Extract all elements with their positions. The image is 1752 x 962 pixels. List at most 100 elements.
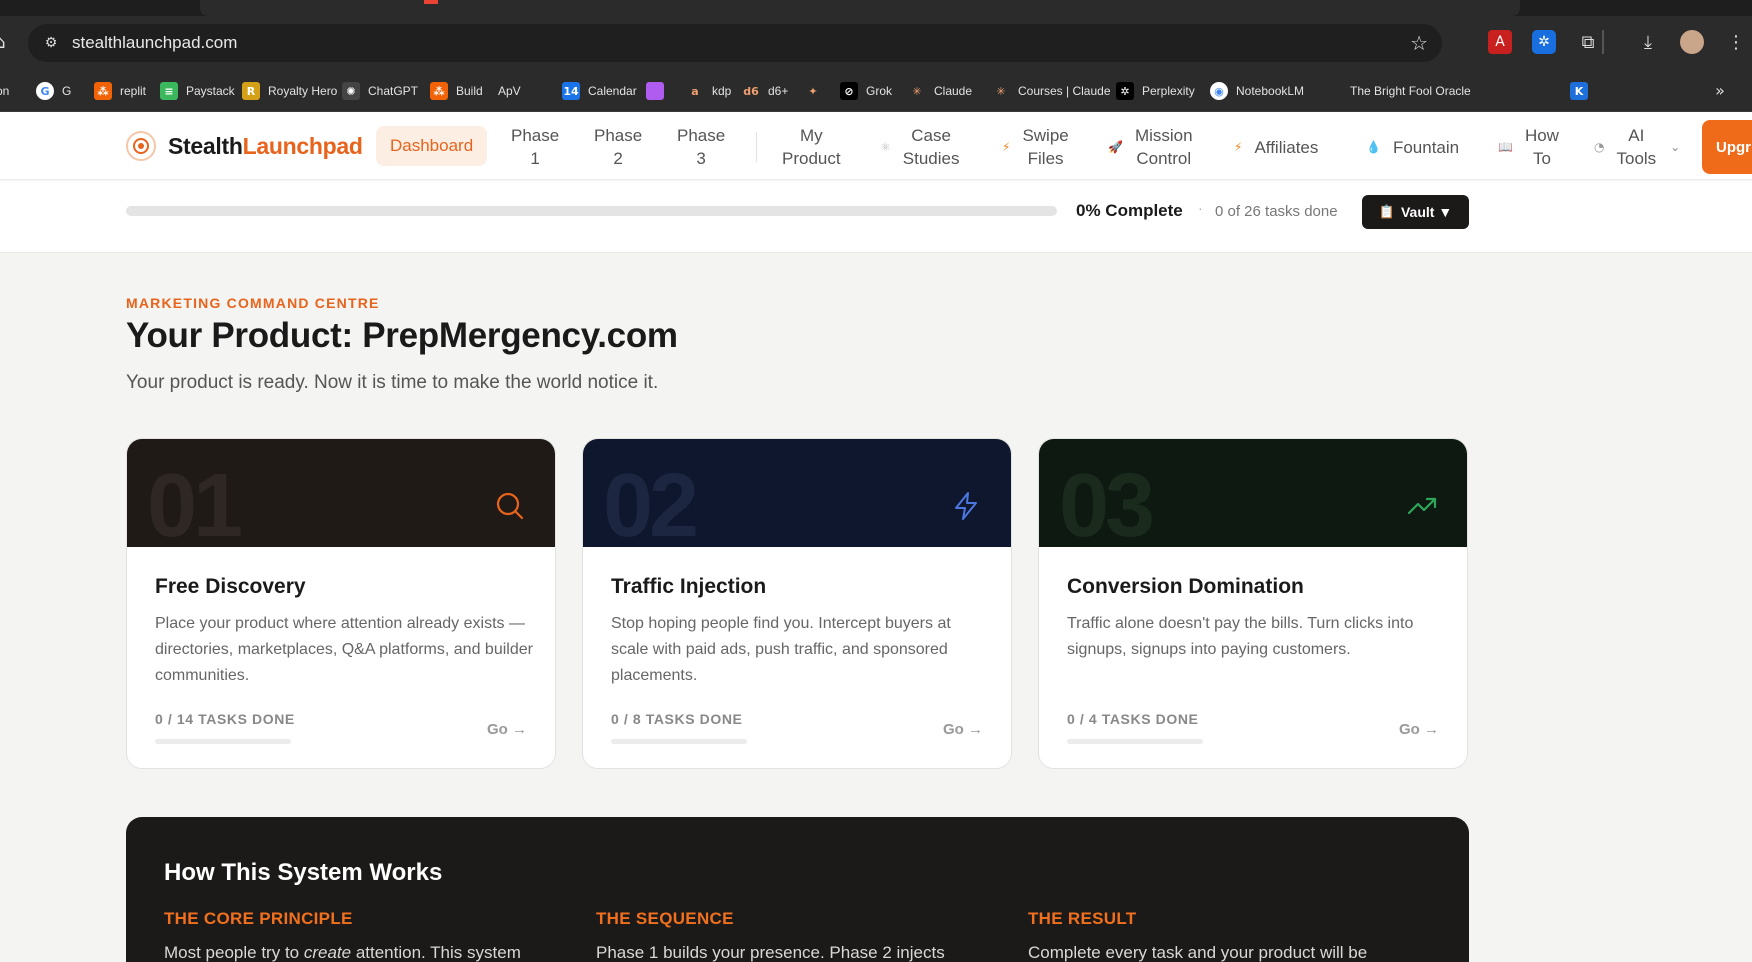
bookmark-item[interactable]: ≡ Paystack bbox=[160, 80, 235, 102]
bookmark-item[interactable]: ✳ Courses | Claude bbox=[992, 80, 1111, 102]
nav-affiliates[interactable]: ⚡ Affiliates bbox=[1234, 124, 1318, 170]
nav-my-product[interactable]: My Product bbox=[782, 124, 852, 170]
bookmark-item[interactable] bbox=[646, 80, 672, 102]
bookmark-item[interactable]: The Bright Fool Oracle bbox=[1350, 80, 1471, 102]
bookmark-item[interactable]: K bbox=[1570, 80, 1596, 102]
bookmark-label: Royalty Hero bbox=[268, 84, 338, 98]
nav-swipe-files[interactable]: ⚡ Swipe Files bbox=[1002, 124, 1069, 170]
bookmark-item[interactable]: ✺ ChatGPT bbox=[342, 80, 418, 102]
how-col-text: Most people try to create attention. Thi… bbox=[164, 943, 521, 962]
bookmark-item[interactable]: GG bbox=[36, 80, 71, 102]
chevron-down-icon: ⌄ bbox=[1670, 139, 1681, 154]
how-col-core-principle: THE CORE PRINCIPLE Most people try to cr… bbox=[164, 909, 564, 962]
page-subtitle: Your product is ready. Now it is time to… bbox=[126, 372, 659, 393]
bookmark-favicon-icon: ✲ bbox=[1116, 82, 1134, 100]
bookmark-label: NotebookLM bbox=[1236, 84, 1305, 98]
menu-icon[interactable]: ⋮ bbox=[1724, 30, 1748, 54]
bookmarks-bar: on GG ⁂ replit ≡ Paystack R Royalty Hero ✺ ChatGP… bbox=[0, 70, 1752, 112]
book-icon: 📖 bbox=[1498, 139, 1513, 154]
bookmark-item[interactable]: on bbox=[0, 80, 9, 102]
nav-fountain[interactable]: 💧 Fountain bbox=[1366, 124, 1459, 170]
bookmark-label: Calendar bbox=[588, 84, 637, 98]
how-col-text: Complete every task and your product wil… bbox=[1028, 943, 1368, 962]
more-bookmarks-icon[interactable]: » bbox=[1708, 78, 1732, 102]
bookmark-favicon-icon: ✳ bbox=[992, 82, 1010, 100]
home-icon[interactable]: ⌂ bbox=[0, 34, 8, 52]
brand-name: StealthLaunchpad bbox=[168, 132, 363, 159]
atom-icon: ⚛ bbox=[880, 139, 891, 154]
browser-tabstrip bbox=[0, 0, 1752, 16]
progress-bar bbox=[126, 206, 1057, 216]
bookmark-label: ChatGPT bbox=[368, 84, 419, 98]
vault-button[interactable]: 📋 Vault ▼ bbox=[1362, 195, 1469, 229]
card-progress-bar bbox=[611, 739, 747, 744]
bookmark-item[interactable]: ✲ Perplexity bbox=[1116, 80, 1195, 102]
card-go-link[interactable]: Go → bbox=[943, 721, 983, 738]
bookmark-favicon-icon: d6 bbox=[742, 82, 760, 100]
bookmark-item[interactable]: ✦ bbox=[804, 80, 830, 102]
bookmark-favicon-icon: ⁂ bbox=[94, 82, 112, 100]
avatar[interactable] bbox=[1680, 30, 1704, 54]
active-tab[interactable] bbox=[200, 0, 1520, 16]
section-eyebrow: MARKETING COMMAND CENTRE bbox=[126, 295, 380, 311]
bookmark-favicon-icon: G bbox=[36, 82, 54, 100]
bookmark-item[interactable]: a kdp bbox=[686, 80, 731, 102]
card-task-count: 0 / 4 TASKS DONE bbox=[1067, 711, 1199, 727]
site-info-icon[interactable]: ⚙ bbox=[40, 32, 62, 54]
nav-phase-1[interactable]: Phase 1 bbox=[511, 124, 561, 170]
card-go-link[interactable]: Go → bbox=[487, 721, 527, 738]
bookmark-favicon-icon: K bbox=[1570, 82, 1588, 100]
bookmark-item[interactable]: R Royalty Hero bbox=[242, 80, 337, 102]
card-task-count: 0 / 14 TASKS DONE bbox=[155, 711, 295, 727]
phase-card-traffic-injection[interactable]: 02 Traffic Injection Stop hoping people … bbox=[582, 438, 1012, 769]
nav-dashboard[interactable]: Dashboard bbox=[376, 126, 488, 166]
card-go-link[interactable]: Go → bbox=[1399, 721, 1439, 738]
bookmark-label: Perplexity bbox=[1142, 84, 1195, 98]
card-description: Place your product where attention alrea… bbox=[155, 615, 533, 684]
bookmark-item[interactable]: ApV bbox=[498, 80, 521, 102]
phase-card-free-discovery[interactable]: 01 Free Discovery Place your product whe… bbox=[126, 438, 556, 769]
phase-card-conversion-domination[interactable]: 03 Conversion Domination Traffic alone d… bbox=[1038, 438, 1468, 769]
nav-phase-2[interactable]: Phase 2 bbox=[594, 124, 644, 170]
page-title: Your Product: PrepMergency.com bbox=[126, 316, 678, 355]
bookmark-item[interactable]: ⁂ replit bbox=[94, 80, 146, 102]
bookmark-favicon-icon bbox=[646, 82, 664, 100]
pdf-extension-icon[interactable]: A bbox=[1488, 30, 1512, 54]
address-bar[interactable]: ⚙ stealthlaunchpad.com ☆ bbox=[28, 24, 1442, 62]
nav-case-studies[interactable]: ⚛ Case Studies bbox=[880, 124, 959, 170]
bookmark-star-icon[interactable]: ☆ bbox=[1410, 31, 1428, 55]
bookmark-item[interactable]: ✳ Claude bbox=[908, 80, 972, 102]
bookmark-favicon-icon: ✺ bbox=[342, 82, 360, 100]
brand-logo[interactable]: StealthLaunchpad bbox=[126, 131, 363, 161]
card-header: 02 bbox=[583, 439, 1011, 547]
puzzle-icon[interactable]: ⧉ bbox=[1576, 30, 1600, 54]
nav-ai-tools[interactable]: ◔ AI Tools ⌄ bbox=[1594, 124, 1680, 170]
nav-divider bbox=[756, 132, 757, 162]
nav-phase-3[interactable]: Phase 3 bbox=[677, 124, 727, 170]
card-task-count: 0 / 8 TASKS DONE bbox=[611, 711, 743, 727]
droplet-icon: 💧 bbox=[1366, 139, 1381, 154]
card-title: Conversion Domination bbox=[1067, 575, 1304, 598]
download-icon[interactable]: ⤓ bbox=[1636, 30, 1660, 54]
bookmark-item[interactable]: 14 Calendar bbox=[562, 80, 637, 102]
bookmark-item[interactable]: ◉ NotebookLM bbox=[1210, 80, 1304, 102]
bookmark-item[interactable]: d6 d6+ bbox=[742, 80, 788, 102]
search-icon bbox=[496, 492, 524, 520]
nav-mission-control[interactable]: 🚀 Mission Control bbox=[1108, 124, 1193, 170]
extension-gear-icon[interactable]: ✲ bbox=[1532, 30, 1556, 54]
bookmark-label: Build bbox=[456, 84, 483, 98]
card-number: 01 bbox=[147, 456, 243, 547]
how-title: How This System Works bbox=[164, 859, 443, 886]
bookmark-favicon-icon: 14 bbox=[562, 82, 580, 100]
bookmark-item[interactable]: ⊘ Grok bbox=[840, 80, 892, 102]
bookmark-item[interactable]: ⁂ Build bbox=[430, 80, 483, 102]
url-text[interactable]: stealthlaunchpad.com bbox=[72, 33, 237, 53]
nav-how-to[interactable]: 📖 How To bbox=[1498, 124, 1559, 170]
trending-up-icon bbox=[1407, 497, 1437, 515]
upgrade-button[interactable]: Upgr bbox=[1702, 120, 1752, 174]
bookmark-label: Courses | Claude bbox=[1018, 84, 1111, 98]
card-progress-bar bbox=[155, 739, 291, 744]
how-system-works-panel: How This System Works THE CORE PRINCIPLE… bbox=[126, 817, 1469, 962]
bookmark-label: Grok bbox=[866, 84, 893, 98]
bookmark-label: d6+ bbox=[768, 84, 789, 98]
